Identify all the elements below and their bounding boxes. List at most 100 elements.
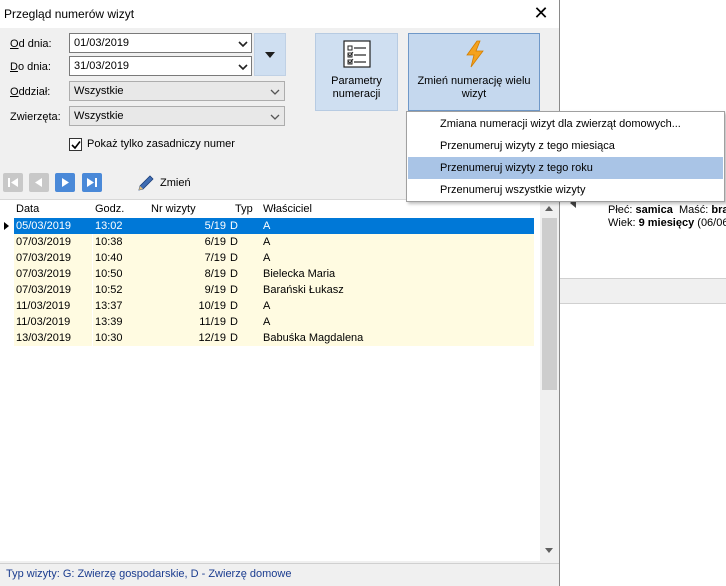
dialog-title: Przegląd numerów wizyt xyxy=(4,7,135,21)
first-record-button[interactable] xyxy=(3,173,23,192)
animals-label: Zwierzęta: xyxy=(10,111,61,123)
from-date-field[interactable]: 01/03/2019 xyxy=(69,33,252,53)
column-divider xyxy=(92,282,93,298)
age-value: 9 miesięcy xyxy=(638,217,695,229)
last-icon xyxy=(87,178,97,187)
header-date[interactable]: Data xyxy=(16,203,39,215)
grid-header: Data Godz. Nr wizyty Typ Właściciel xyxy=(0,200,540,218)
cell-time: 13:39 xyxy=(95,316,123,328)
next-record-button[interactable] xyxy=(55,173,75,192)
table-row[interactable]: 13/03/2019 10:30 12/19 D Babuśka Magdalena xyxy=(0,330,540,346)
cell-visit-number: 6/19 xyxy=(204,236,226,248)
from-date-label: Od dnia: xyxy=(10,38,52,50)
cell-visit-number: 12/19 xyxy=(198,332,226,344)
cell-visit-number: 9/19 xyxy=(204,284,226,296)
sex-value: samica xyxy=(635,204,673,216)
table-row[interactable]: 05/03/2019 13:02 5/19 D A xyxy=(0,218,540,234)
chevron-down-icon xyxy=(270,89,280,95)
to-date-label: Do dnia: xyxy=(10,61,51,73)
date-range-dropdown-button[interactable] xyxy=(254,33,286,76)
table-row[interactable]: 07/03/2019 10:50 8/19 D Bielecka Maria xyxy=(0,266,540,282)
parameters-icon xyxy=(343,40,371,68)
edit-button[interactable]: Zmień xyxy=(136,175,191,196)
cell-type: D xyxy=(230,268,238,280)
menu-item[interactable]: Zmiana numeracji wizyt dla zwierząt domo… xyxy=(408,113,723,135)
first-icon xyxy=(8,178,18,187)
menu-item-label: Przenumeruj wizyty z tego roku xyxy=(440,162,593,174)
main-number-checkbox[interactable] xyxy=(69,138,82,151)
change-button-label-2: wizyt xyxy=(461,88,487,100)
title-bar: Przegląd numerów wizyt ✕ xyxy=(0,0,559,28)
sex-line: Płeć: samica Maść: bral xyxy=(608,204,726,217)
cell-visit-number: 11/19 xyxy=(199,316,226,328)
scroll-thumb[interactable] xyxy=(542,218,557,390)
cell-type: D xyxy=(230,252,238,264)
table-row[interactable]: 11/03/2019 13:39 11/19 D A xyxy=(0,314,540,330)
row-indicator-icon xyxy=(4,222,9,230)
visits-grid: Data Godz. Nr wizyty Typ Właściciel 05/0… xyxy=(0,199,559,562)
table-row[interactable]: 11/03/2019 13:37 10/19 D A xyxy=(0,298,540,314)
cell-time: 13:02 xyxy=(95,220,123,232)
cell-time: 10:52 xyxy=(95,284,123,296)
prev-icon xyxy=(35,178,42,187)
age-extra: (06/06 xyxy=(697,217,726,229)
cell-type: D xyxy=(230,236,238,248)
table-row[interactable]: 07/03/2019 10:52 9/19 D Barański Łukasz xyxy=(0,282,540,298)
cell-owner: A xyxy=(263,252,271,264)
close-icon[interactable]: ✕ xyxy=(523,0,559,28)
column-divider xyxy=(92,314,93,330)
age-label: Wiek: xyxy=(608,217,636,229)
scroll-down-icon[interactable] xyxy=(545,548,553,553)
numbering-params-button[interactable]: Parametry numeracji xyxy=(315,33,398,111)
background-band xyxy=(560,278,726,304)
header-type[interactable]: Typ xyxy=(235,203,253,215)
patient-info: Płeć: samica Maść: bral Wiek: 9 miesięcy… xyxy=(608,204,726,230)
table-row[interactable]: 07/03/2019 10:40 7/19 D A xyxy=(0,250,540,266)
department-label: Oddział: xyxy=(10,86,51,98)
animals-select[interactable]: Wszystkie xyxy=(69,106,285,126)
chevron-down-icon xyxy=(270,114,280,120)
checkmark-icon xyxy=(71,141,81,150)
change-button-label-1: Zmień numerację wielu xyxy=(417,75,531,87)
menu-item-label: Przenumeruj wszystkie wizyty xyxy=(440,184,586,196)
cell-date: 07/03/2019 xyxy=(16,268,72,280)
chevron-down-icon[interactable] xyxy=(238,40,248,48)
edit-button-label: Zmień xyxy=(160,177,191,189)
menu-item[interactable]: Przenumeruj wizyty z tego roku xyxy=(408,157,723,179)
dropdown-arrow-icon xyxy=(265,52,275,58)
cell-owner: Babuśka Magdalena xyxy=(263,332,364,344)
next-icon xyxy=(62,178,69,187)
status-bar: Typ wizyty: G: Zwierzę gospodarskie, D -… xyxy=(0,563,559,586)
cell-time: 10:38 xyxy=(95,236,123,248)
prev-record-button[interactable] xyxy=(29,173,49,192)
cell-owner: Bielecka Maria xyxy=(263,268,336,280)
menu-item[interactable]: Przenumeruj wszystkie wizyty xyxy=(408,179,723,201)
cell-date: 07/03/2019 xyxy=(16,284,72,296)
cell-visit-number: 5/19 xyxy=(204,220,226,232)
header-owner[interactable]: Właściciel xyxy=(263,203,312,215)
last-record-button[interactable] xyxy=(82,173,102,192)
to-date-value: 31/03/2019 xyxy=(74,60,130,72)
header-time[interactable]: Godz. xyxy=(95,203,124,215)
chevron-down-icon[interactable] xyxy=(238,63,248,71)
header-visit-number[interactable]: Nr wizyty xyxy=(151,203,196,215)
table-row[interactable]: 07/03/2019 10:38 6/19 D A xyxy=(0,234,540,250)
department-select[interactable]: Wszystkie xyxy=(69,81,285,101)
cell-type: D xyxy=(230,284,238,296)
cell-owner: A xyxy=(263,220,271,232)
cell-type: D xyxy=(230,220,238,232)
menu-item[interactable]: Przenumeruj wizyty z tego miesiąca xyxy=(408,135,723,157)
cell-owner: A xyxy=(263,236,271,248)
menu-item-label: Przenumeruj wizyty z tego miesiąca xyxy=(440,140,615,152)
main-number-checkbox-label: Pokaż tylko zasadniczy numer xyxy=(87,138,235,150)
cell-type: D xyxy=(230,316,238,328)
cell-visit-number: 10/19 xyxy=(198,300,226,312)
cell-visit-number: 7/19 xyxy=(204,252,226,264)
scroll-up-icon[interactable] xyxy=(545,206,553,211)
renumber-many-visits-button[interactable]: Zmień numerację wielu wizyt xyxy=(408,33,540,111)
grid-scrollbar[interactable] xyxy=(540,200,559,562)
age-line: Wiek: 9 miesięcy (06/06 xyxy=(608,217,726,230)
sex-label: Płeć: xyxy=(608,204,633,216)
to-date-field[interactable]: 31/03/2019 xyxy=(69,56,252,76)
cell-visit-number: 8/19 xyxy=(204,268,226,280)
